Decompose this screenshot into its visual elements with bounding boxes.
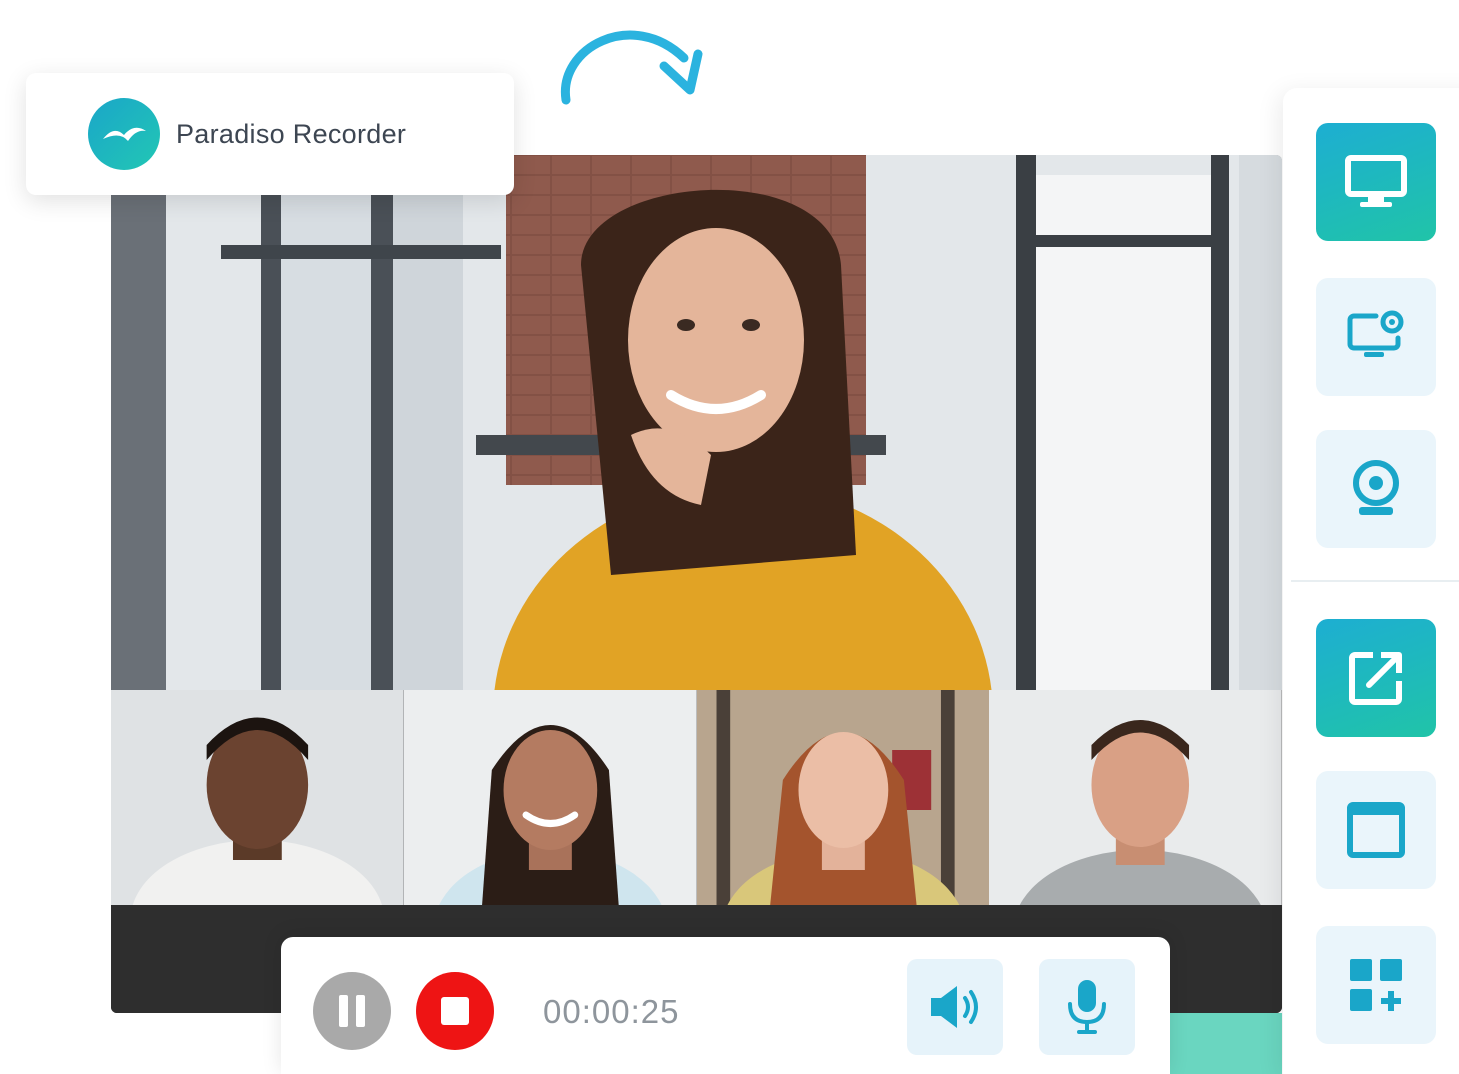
share-button[interactable] (1316, 619, 1436, 737)
webcam-icon (1353, 460, 1399, 515)
participant-tile[interactable] (111, 690, 404, 905)
speaker-button[interactable] (907, 959, 1003, 1055)
webcam-button[interactable] (1316, 430, 1436, 548)
main-speaker-video (111, 155, 1282, 690)
window-record-button[interactable] (1316, 771, 1436, 889)
bird-logo-icon (88, 98, 160, 170)
participant-tile[interactable] (403, 690, 697, 905)
external-link-icon (1349, 652, 1402, 705)
screen-camera-button[interactable] (1316, 278, 1436, 396)
microphone-icon (1068, 980, 1106, 1034)
recording-control-bar: 00:00:25 (281, 937, 1170, 1074)
participant-tile[interactable] (696, 690, 990, 905)
teal-accent-strip (1170, 1013, 1282, 1074)
pause-icon (339, 995, 365, 1027)
stop-button[interactable] (416, 972, 494, 1050)
widgets-add-icon (1350, 959, 1402, 1011)
add-widget-button[interactable] (1316, 926, 1436, 1044)
participant-tile[interactable] (989, 690, 1282, 905)
brand-card: Paradiso Recorder (26, 73, 514, 195)
main-speaker-image (111, 155, 1282, 690)
monitor-icon (1345, 155, 1407, 207)
video-conference-frame (111, 155, 1282, 1013)
brand-name: Paradiso Recorder (176, 118, 407, 149)
participant-image (111, 690, 404, 905)
pause-button[interactable] (313, 972, 391, 1050)
window-icon (1347, 802, 1405, 858)
speaker-icon (931, 986, 978, 1028)
toolbar-divider (1291, 580, 1459, 582)
recorder-showcase: Paradiso Recorder 00:00:25 (0, 0, 1459, 1074)
participant-strip (111, 690, 1282, 905)
microphone-button[interactable] (1039, 959, 1135, 1055)
participant-image (403, 690, 697, 905)
participant-image (696, 690, 990, 905)
curved-arrow-icon (560, 30, 703, 105)
recording-timer: 00:00:25 (543, 993, 680, 1030)
stop-icon (441, 997, 469, 1025)
screen-camera-icon (1347, 310, 1404, 357)
participant-image (989, 690, 1282, 905)
side-toolbar (1283, 88, 1459, 1074)
screen-record-button[interactable] (1316, 123, 1436, 241)
